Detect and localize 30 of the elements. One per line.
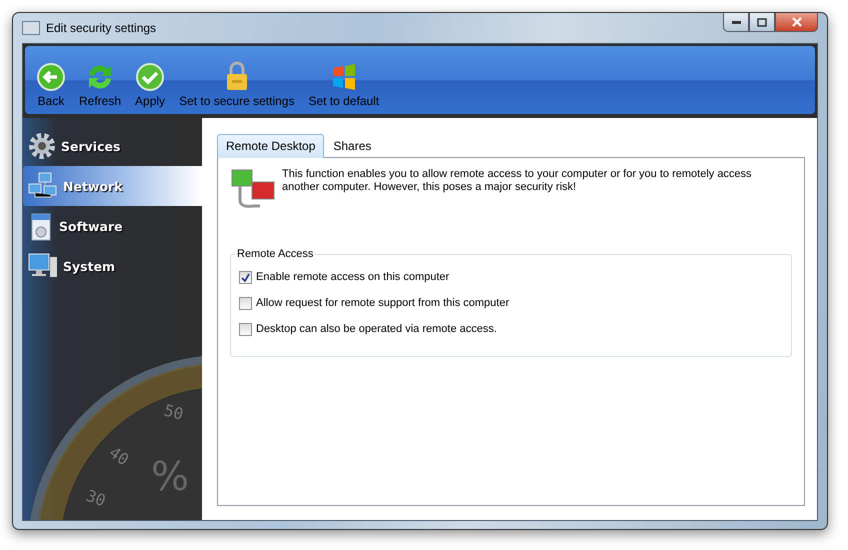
checkbox[interactable]	[239, 322, 252, 336]
toolbar-button[interactable]: Refresh	[73, 63, 128, 108]
sidebar-item[interactable]: Software	[23, 206, 202, 246]
tab[interactable]: Remote Desktop	[217, 134, 324, 158]
checkbox-label: Desktop can also be operated via remote access.	[256, 323, 497, 335]
close-button[interactable]	[775, 13, 818, 32]
group-title: Remote Access	[236, 248, 314, 260]
checkbox[interactable]	[239, 296, 252, 310]
minimize-button[interactable]	[723, 13, 749, 32]
maximize-icon	[757, 18, 767, 26]
close-icon	[792, 17, 802, 27]
maximize-button[interactable]	[749, 13, 775, 32]
app-icon	[22, 21, 40, 35]
window-title: Edit security settings	[46, 21, 156, 35]
minimize-icon	[732, 20, 740, 24]
sidebar-item[interactable]: Network	[23, 166, 202, 206]
padlock-icon	[224, 61, 249, 91]
tab[interactable]: Shares	[324, 134, 380, 158]
gear-icon	[27, 131, 57, 161]
checkbox[interactable]	[239, 270, 252, 284]
description-text: This function enables you to allow remote access to your computer or for you to remotely access another computer. However, this poses a major security risk!	[282, 168, 753, 195]
sidebar-item[interactable]: Services	[23, 126, 202, 166]
toolbar-button[interactable]: Back	[31, 63, 71, 108]
toolbar-button[interactable]: Apply	[129, 63, 172, 108]
toolbar-button[interactable]: Set to secure settings	[173, 61, 300, 108]
sidebar-item[interactable]: System	[23, 246, 202, 286]
toolbar-button[interactable]: Set to default	[302, 63, 386, 108]
checkbox-label: Allow request for remote support from this computer	[256, 297, 510, 309]
checkbox-label: Enable remote access on this computer	[256, 271, 450, 283]
checkmark-icon	[136, 63, 164, 91]
